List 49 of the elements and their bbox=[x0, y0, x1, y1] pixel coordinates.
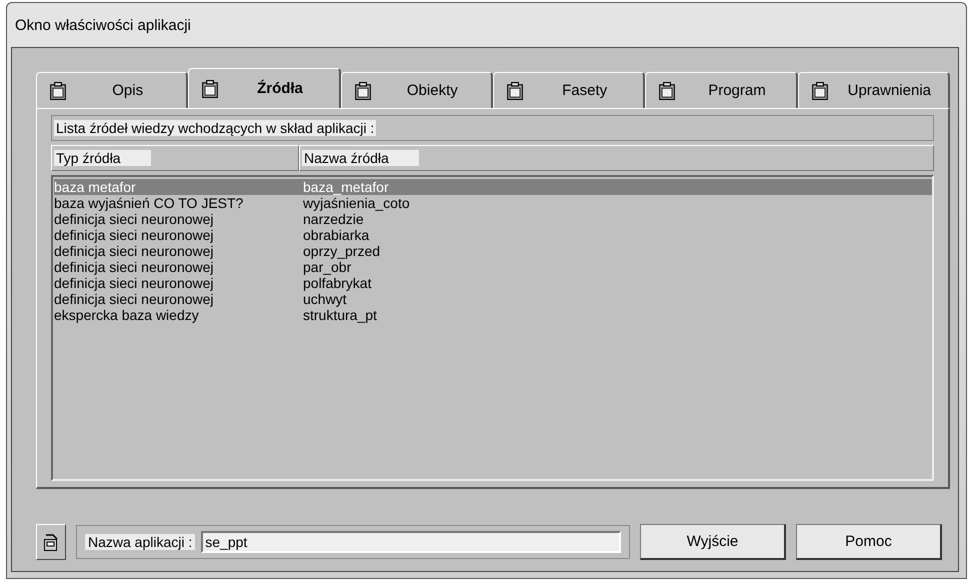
table-cell: struktura_pt bbox=[303, 307, 377, 323]
clipboard-icon bbox=[354, 82, 372, 100]
list-row[interactable]: baza metafor baza_metafor bbox=[54, 179, 932, 195]
table-cell-text: definicja sieci neuronowej bbox=[54, 227, 215, 243]
table-cell: narzedzie bbox=[303, 211, 364, 227]
table-cell-text: definicja sieci neuronowej bbox=[54, 211, 215, 227]
tab[interactable]: Program bbox=[645, 72, 798, 108]
tab[interactable]: Fasety bbox=[492, 72, 646, 108]
list-row[interactable]: definicja sieci neuronowej polfabrykat bbox=[54, 275, 932, 291]
clipboard-icon bbox=[810, 82, 829, 100]
list-row[interactable]: ekspercka baza wiedzy struktura_pt bbox=[54, 307, 932, 323]
tab[interactable]: Uprawnienia bbox=[798, 72, 950, 108]
table-cell: oprzy_przed bbox=[303, 243, 380, 259]
app-name-label: Nazwa aplikacji : bbox=[85, 534, 196, 550]
tab[interactable]: Opis bbox=[36, 72, 188, 108]
table-cell: polfabrykat bbox=[303, 275, 372, 291]
tab[interactable]: Źródła bbox=[188, 68, 341, 108]
table-cell-text: ekspercka baza wiedzy bbox=[54, 307, 200, 323]
table-cell-text: definicja sieci neuronowej bbox=[54, 243, 215, 259]
app-name-field[interactable]: se_ppt bbox=[201, 531, 621, 553]
clipboard-icon bbox=[658, 82, 676, 100]
dialog-button[interactable]: Wyjście bbox=[640, 524, 786, 560]
table-cell-text: baza metafor bbox=[54, 179, 137, 195]
list-row[interactable]: definicja sieci neuronowej oprzy_przed bbox=[54, 243, 932, 259]
table-cell: uchwyt bbox=[303, 291, 347, 307]
list-row[interactable]: definicja sieci neuronowej narzedzie bbox=[54, 211, 932, 227]
table-cell: baza_metafor bbox=[303, 179, 389, 195]
table-cell-text: definicja sieci neuronowej bbox=[54, 259, 215, 275]
table-cell: obrabiarka bbox=[303, 227, 370, 243]
save-button[interactable] bbox=[36, 524, 66, 560]
clipboard-icon bbox=[43, 533, 59, 551]
clipboard-icon bbox=[506, 82, 524, 100]
list-row[interactable]: definicja sieci neuronowej par_obr bbox=[54, 259, 932, 275]
clipboard-icon bbox=[201, 80, 220, 98]
window-title: Okno właściwości aplikacji bbox=[15, 16, 191, 34]
column-header[interactable]: Typ źródła bbox=[51, 145, 299, 171]
column-header[interactable]: Nazwa źródła bbox=[299, 145, 934, 171]
list-row[interactable]: baza wyjaśnień CO TO JEST? wyjaśnienia_coto bbox=[54, 195, 932, 211]
list-row[interactable]: definicja sieci neuronowej obrabiarka bbox=[54, 227, 932, 243]
dialog-button[interactable]: Pomoc bbox=[796, 524, 942, 560]
list-row[interactable]: definicja sieci neuronowej uchwyt bbox=[54, 291, 932, 307]
tab[interactable]: Obiekty bbox=[340, 72, 493, 108]
table-cell-text: baza wyjaśnień CO TO JEST? bbox=[54, 195, 244, 211]
table-cell: wyjaśnienia_coto bbox=[303, 195, 410, 211]
clipboard-icon bbox=[49, 82, 67, 100]
table-cell-text: definicja sieci neuronowej bbox=[54, 291, 215, 307]
table-cell-text: definicja sieci neuronowej bbox=[54, 275, 215, 291]
table-cell: par_obr bbox=[303, 259, 352, 275]
list-caption: Lista źródeł wiedzy wchodzących w skład aplikacji : bbox=[54, 120, 376, 136]
